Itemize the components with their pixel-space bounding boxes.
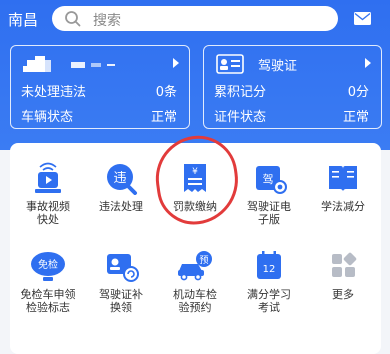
services-grid: 事故视频 快处 违 违法处理 ¥ 罚款缴纳 驾 驾驶证电 子版 学法减分 免检 …	[10, 143, 381, 354]
search-placeholder: 搜索	[93, 13, 121, 29]
more-grid-icon	[332, 252, 357, 277]
license-renew-icon	[107, 254, 139, 282]
service-exempt-inspection[interactable]: 免检 免检车申领 检验标志	[11, 249, 85, 314]
service-label: 违法处理	[99, 200, 143, 213]
accident-video-icon	[35, 162, 61, 193]
license-status-row: 证件状态 正常	[214, 106, 369, 125]
service-inspection-booking[interactable]: 预 机动车检 验预约	[158, 249, 232, 314]
e-license-badge: 驾	[263, 173, 274, 186]
calendar-exam-icon: 12	[257, 251, 281, 279]
booking-badge: 预	[199, 255, 208, 266]
search-icon	[65, 11, 81, 27]
service-more[interactable]: 更多	[306, 249, 380, 301]
service-violation-handling[interactable]: 违 违法处理	[84, 161, 158, 213]
mail-icon[interactable]	[354, 12, 371, 25]
top-header: 南昌 搜索	[0, 0, 390, 38]
service-label: 机动车检	[173, 288, 217, 301]
row-label: 未处理违法	[21, 85, 87, 100]
service-label: 更多	[332, 288, 354, 301]
service-label-line2: 验预约	[178, 301, 212, 314]
id-card-icon	[216, 54, 244, 74]
city-selector[interactable]: 南昌	[8, 9, 38, 30]
exempt-inspection-icon: 免检	[31, 252, 65, 281]
service-label: 学法减分	[321, 200, 365, 213]
service-label: 驾驶证电	[247, 200, 291, 213]
vehicle-status-row: 车辆状态 正常	[21, 106, 177, 125]
vehicle-card[interactable]: 未处理违法 0条 车辆状态 正常	[10, 45, 190, 129]
unhandled-violations-row: 未处理违法 0条	[21, 81, 177, 100]
license-title: 驾驶证	[258, 59, 298, 74]
service-label: 罚款缴纳	[173, 200, 217, 213]
exempt-badge: 免检	[38, 258, 58, 271]
service-accident-video[interactable]: 事故视频 快处	[11, 161, 85, 226]
row-value: 正常	[150, 110, 177, 125]
calendar-badge: 12	[263, 264, 276, 275]
search-bar[interactable]: 搜索	[52, 6, 338, 31]
chevron-right-icon	[173, 58, 179, 68]
service-study-reduce-points[interactable]: 学法减分	[306, 161, 380, 213]
service-label-line2: 快处	[37, 213, 59, 226]
inspection-booking-icon: 预	[178, 251, 212, 281]
row-label: 车辆状态	[21, 110, 74, 125]
service-label-line2: 换领	[110, 301, 132, 314]
service-label: 免检车申领	[20, 288, 76, 301]
violation-icon: 违	[107, 164, 137, 195]
row-value: 0条	[155, 85, 177, 100]
service-label: 满分学习	[247, 288, 291, 301]
accumulated-points-row: 累积记分 0分	[214, 81, 369, 100]
license-card[interactable]: 驾驶证 累积记分 0分 证件状态 正常	[203, 45, 382, 129]
service-label: 驾驶证补	[99, 288, 143, 301]
service-license-renew[interactable]: 驾驶证补 换领	[84, 249, 158, 314]
chevron-right-icon	[365, 58, 371, 68]
fine-payment-icon: ¥	[184, 164, 206, 192]
service-e-license[interactable]: 驾 驾驶证电 子版	[232, 161, 306, 226]
service-fine-payment[interactable]: ¥ 罚款缴纳	[158, 161, 232, 213]
svg-text:¥: ¥	[192, 167, 198, 177]
masked-plate-number	[23, 56, 115, 72]
service-label: 事故视频	[26, 200, 70, 213]
violation-badge: 违	[113, 171, 126, 186]
row-value: 正常	[342, 110, 369, 125]
service-full-score-study[interactable]: 12 满分学习 考试	[232, 249, 306, 314]
row-value: 0分	[347, 85, 369, 100]
row-label: 证件状态	[214, 110, 267, 125]
service-label-line2: 子版	[258, 213, 280, 226]
study-book-icon	[329, 166, 357, 191]
row-label: 累积记分	[214, 85, 267, 100]
e-license-icon: 驾	[256, 166, 287, 194]
service-label-line2: 考试	[258, 301, 280, 314]
service-label-line2: 检验标志	[26, 301, 70, 314]
